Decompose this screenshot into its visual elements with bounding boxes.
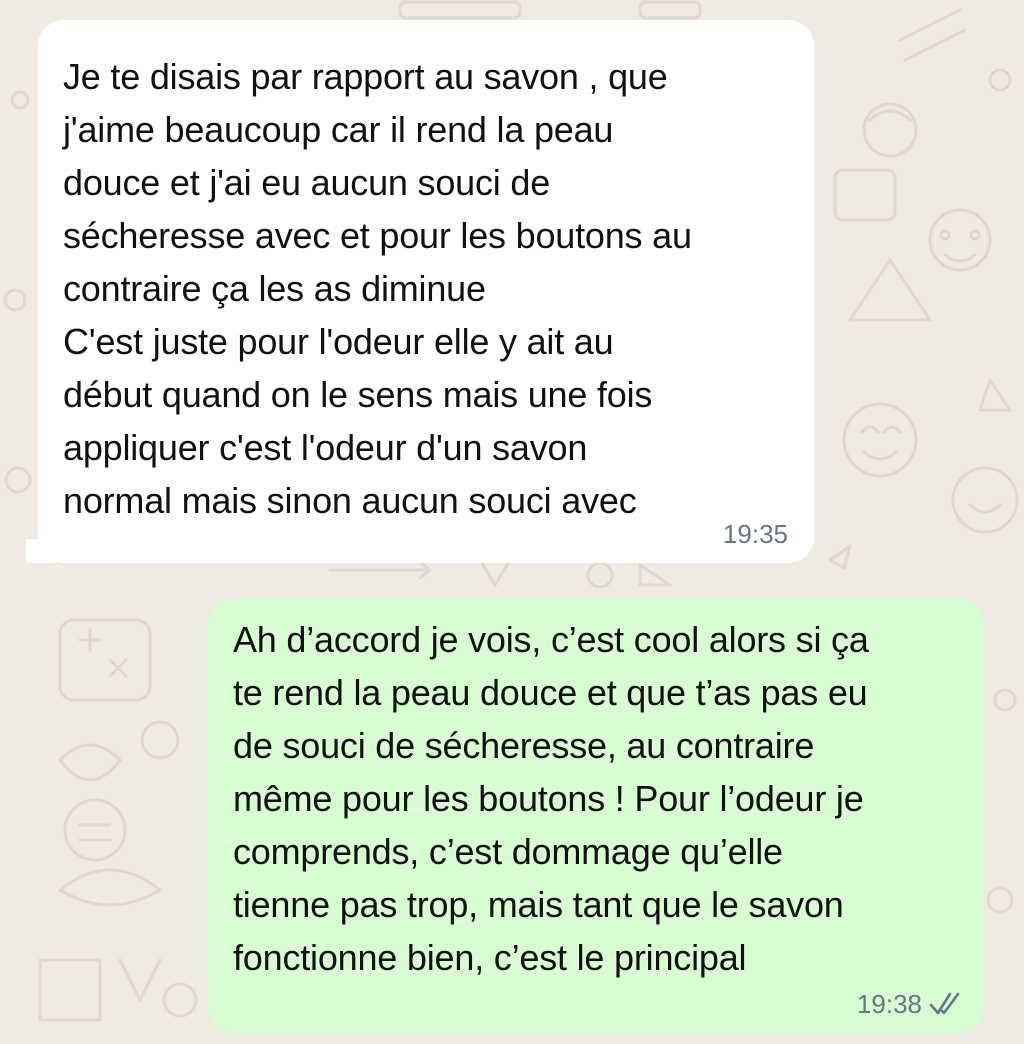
incoming-message-bubble[interactable]: Je te disais par rapport au savon , que … — [26, 20, 814, 563]
chat-thread: Je te disais par rapport au savon , que … — [0, 0, 1024, 1044]
message-timestamp: 19:35 — [722, 519, 788, 549]
message-meta: 19:38 — [857, 989, 964, 1019]
message-text: Ah d’accord je vois, c’est cool alors si… — [233, 619, 869, 978]
outgoing-message-bubble[interactable]: Ah d’accord je vois, c’est cool alors si… — [208, 598, 984, 1033]
double-check-read-icon — [929, 992, 960, 1015]
bubble-tail — [26, 539, 56, 563]
message-text: Je te disais par rapport au savon , que … — [63, 56, 692, 521]
message-meta: 19:35 — [723, 519, 788, 549]
message-timestamp: 19:38 — [856, 989, 922, 1019]
